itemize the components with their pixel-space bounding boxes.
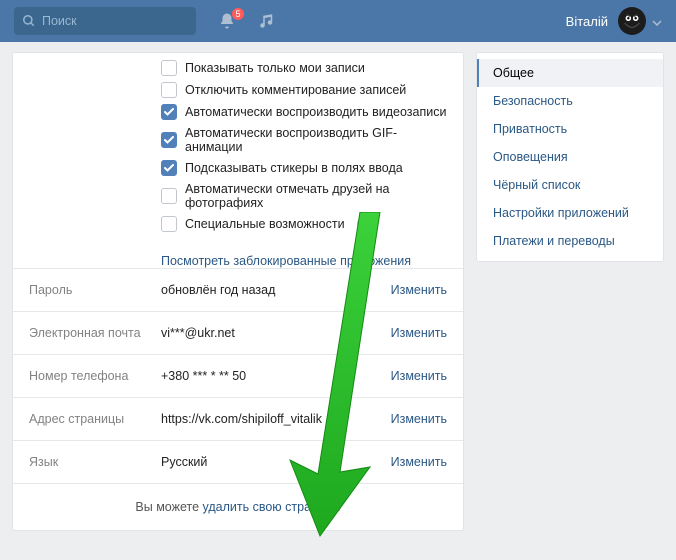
delete-page-footer: Вы можете удалить свою страницу. — [13, 483, 463, 530]
username-label: Віталій — [566, 14, 608, 29]
setting-value: vi***@ukr.net — [161, 326, 381, 340]
setting-value: Русский — [161, 455, 381, 469]
sidebar-item[interactable]: Общее — [477, 59, 663, 87]
option-row[interactable]: Подсказывать стикеры в полях ввода — [161, 157, 453, 179]
music-button[interactable] — [258, 12, 276, 30]
change-link[interactable]: Изменить — [391, 455, 447, 469]
delete-page-link[interactable]: удалить свою страницу — [203, 500, 338, 514]
sidebar-item[interactable]: Оповещения — [477, 143, 663, 171]
setting-value: +380 *** * ** 50 — [161, 369, 381, 383]
user-menu[interactable]: Віталій — [566, 7, 662, 35]
settings-sidebar: ОбщееБезопасностьПриватностьОповещенияЧё… — [476, 52, 664, 262]
option-row[interactable]: Автоматически отмечать друзей на фотогра… — [161, 179, 453, 213]
general-options: Показывать только мои записи Отключить ко… — [13, 57, 463, 247]
music-icon — [258, 12, 276, 30]
top-bar: 5 Віталій — [0, 0, 676, 42]
setting-value: https://vk.com/shipiloff_vitalik — [161, 412, 381, 426]
checkbox[interactable] — [161, 82, 177, 98]
setting-row: Адрес страницыhttps://vk.com/shipiloff_v… — [13, 397, 463, 440]
setting-row: Парольобновлён год назад Изменить — [13, 268, 463, 311]
help-icon[interactable]: ? — [357, 217, 371, 231]
setting-row: Номер телефона+380 *** * ** 50 Изменить — [13, 354, 463, 397]
sidebar-item[interactable]: Безопасность — [477, 87, 663, 115]
option-label: Показывать только мои записи — [185, 61, 365, 75]
search-box[interactable] — [14, 7, 196, 35]
option-label: Автоматически воспроизводить видеозаписи — [185, 105, 446, 119]
checkbox[interactable] — [161, 160, 177, 176]
notification-badge: 5 — [232, 8, 244, 20]
sidebar-item[interactable]: Чёрный список — [477, 171, 663, 199]
search-icon — [22, 14, 36, 28]
footer-suffix: . — [337, 500, 340, 514]
option-row[interactable]: Отключить комментирование записей — [161, 79, 453, 101]
sidebar-item[interactable]: Платежи и переводы — [477, 227, 663, 255]
sidebar-item[interactable]: Приватность — [477, 115, 663, 143]
sidebar-item[interactable]: Настройки приложений — [477, 199, 663, 227]
option-row[interactable]: Автоматически воспроизводить видеозаписи — [161, 101, 453, 123]
footer-prefix: Вы можете — [135, 500, 202, 514]
settings-panel: Показывать только мои записи Отключить ко… — [12, 52, 464, 531]
option-label: Автоматически воспроизводить GIF-анимаци… — [185, 126, 453, 154]
checkbox[interactable] — [161, 188, 177, 204]
option-label: Подсказывать стикеры в полях ввода — [185, 161, 403, 175]
setting-label: Адрес страницы — [29, 412, 161, 426]
option-row[interactable]: Показывать только мои записи — [161, 57, 453, 79]
checkbox[interactable] — [161, 104, 177, 120]
setting-label: Электронная почта — [29, 326, 161, 340]
setting-value: обновлён год назад — [161, 283, 381, 297]
checkbox[interactable] — [161, 132, 177, 148]
setting-label: Пароль — [29, 283, 161, 297]
chevron-down-icon — [652, 14, 662, 29]
option-label: Отключить комментирование записей — [185, 83, 406, 97]
setting-row: ЯзыкРусский Изменить — [13, 440, 463, 483]
option-row[interactable]: Специальные возможности? — [161, 213, 453, 235]
setting-row: Электронная почтаvi***@ukr.net Изменить — [13, 311, 463, 354]
option-row[interactable]: Автоматически воспроизводить GIF-анимаци… — [161, 123, 453, 157]
setting-label: Номер телефона — [29, 369, 161, 383]
checkbox[interactable] — [161, 60, 177, 76]
checkbox[interactable] — [161, 216, 177, 232]
change-link[interactable]: Изменить — [391, 326, 447, 340]
setting-label: Язык — [29, 455, 161, 469]
change-link[interactable]: Изменить — [391, 283, 447, 297]
change-link[interactable]: Изменить — [391, 412, 447, 426]
option-label: Автоматически отмечать друзей на фотогра… — [185, 182, 453, 210]
change-link[interactable]: Изменить — [391, 369, 447, 383]
notifications-button[interactable]: 5 — [218, 12, 236, 30]
option-label: Специальные возможности — [185, 217, 345, 231]
blocked-apps-link[interactable]: Посмотреть заблокированные приложения — [161, 254, 411, 268]
avatar — [618, 7, 646, 35]
search-input[interactable] — [42, 14, 188, 28]
